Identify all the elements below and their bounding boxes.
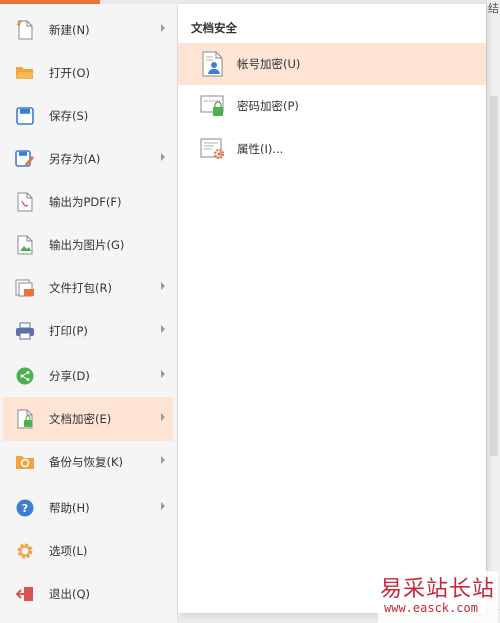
exit-icon (15, 584, 35, 604)
menu-item-backup-restore[interactable]: 备份与恢复(K) (3, 440, 173, 484)
svg-text:?: ? (22, 502, 28, 515)
printer-icon (15, 321, 35, 341)
watermark-url: www.easck.com (384, 601, 478, 615)
help-icon: ? (15, 498, 35, 518)
export-image-icon (15, 235, 35, 255)
chevron-right-icon (161, 413, 165, 421)
submenu-item-properties[interactable]: 属性(I)... (178, 128, 486, 170)
open-folder-icon (15, 63, 35, 83)
menu-item-package[interactable]: 文件打包(R) (3, 266, 173, 310)
options-gear-icon (15, 541, 35, 561)
menu-item-label: 备份与恢复(K) (49, 455, 124, 469)
menu-item-document-encrypt[interactable]: 文档加密(E) (3, 397, 173, 441)
menu-item-export-image[interactable]: 输出为图片(G) (3, 223, 173, 267)
submenu-item-password-encrypt[interactable]: 密码加密(P) (178, 85, 486, 127)
document-edge: 结 (486, 0, 500, 623)
submenu-item-label: 密码加密(P) (237, 99, 299, 113)
chevron-right-icon (161, 153, 165, 161)
backup-restore-icon (15, 452, 35, 472)
chevron-right-icon (161, 325, 165, 333)
share-icon (15, 366, 35, 386)
password-encrypt-icon (200, 92, 226, 120)
menu-item-save-as[interactable]: 另存为(A) (3, 137, 173, 181)
menu-item-print[interactable]: 打印(P) (3, 309, 173, 353)
properties-icon (200, 135, 226, 163)
save-icon (15, 106, 35, 126)
submenu-item-label: 帐号加密(U) (237, 57, 301, 71)
export-pdf-icon (15, 192, 35, 212)
menu-item-export-pdf[interactable]: 输出为PDF(F) (3, 180, 173, 224)
chevron-right-icon (161, 24, 165, 32)
menu-item-save[interactable]: 保存(S) (3, 94, 173, 138)
menu-item-share[interactable]: 分享(D) (3, 354, 173, 398)
new-document-icon (15, 20, 35, 40)
menu-item-label: 输出为PDF(F) (49, 195, 122, 209)
menu-item-label: 新建(N) (49, 23, 90, 37)
menu-item-label: 选项(L) (49, 544, 88, 558)
package-icon (15, 278, 35, 298)
chevron-right-icon (161, 456, 165, 464)
menu-item-open[interactable]: 打开(O) (3, 51, 173, 95)
watermark-title: 易采站长站 (380, 577, 496, 602)
watermark: 易采站长站 www.easck.com (378, 571, 498, 623)
menu-item-options[interactable]: 选项(L) (3, 529, 173, 573)
submenu-title: 文档安全 (191, 21, 237, 35)
submenu-item-label: 属性(I)... (237, 142, 284, 156)
save-as-icon (15, 149, 35, 169)
submenu-item-account-encrypt[interactable]: 帐号加密(U) (178, 43, 486, 85)
menu-item-label: 打印(P) (49, 324, 88, 338)
document-security-submenu: 文档安全 帐号加密(U) 密码加密(P) 属性(I)... (178, 4, 486, 613)
menu-item-label: 文档加密(E) (49, 412, 112, 426)
document-encrypt-icon (15, 409, 35, 429)
chevron-right-icon (161, 502, 165, 510)
chevron-right-icon (161, 282, 165, 290)
menu-item-label: 另存为(A) (49, 152, 101, 166)
account-encrypt-icon (200, 50, 226, 78)
document-edge-text: 结 (488, 2, 499, 15)
menu-item-help[interactable]: ? 帮助(H) (3, 486, 173, 530)
menu-item-label: 退出(Q) (49, 587, 91, 601)
menu-item-label: 输出为图片(G) (49, 238, 125, 252)
menu-item-exit[interactable]: 退出(Q) (3, 572, 173, 616)
menu-item-label: 文件打包(R) (49, 281, 112, 295)
menu-item-label: 帮助(H) (49, 501, 90, 515)
vertical-scrollbar[interactable] (490, 96, 498, 456)
menu-item-label: 分享(D) (49, 369, 90, 383)
chevron-right-icon (161, 370, 165, 378)
menu-item-label: 保存(S) (49, 109, 89, 123)
file-menu: 新建(N) 打开(O) 保存(S) 另存为(A) 输出为PDF(F) 输出为图片… (0, 4, 178, 623)
menu-item-label: 打开(O) (49, 66, 91, 80)
menu-item-new[interactable]: 新建(N) (3, 8, 173, 52)
